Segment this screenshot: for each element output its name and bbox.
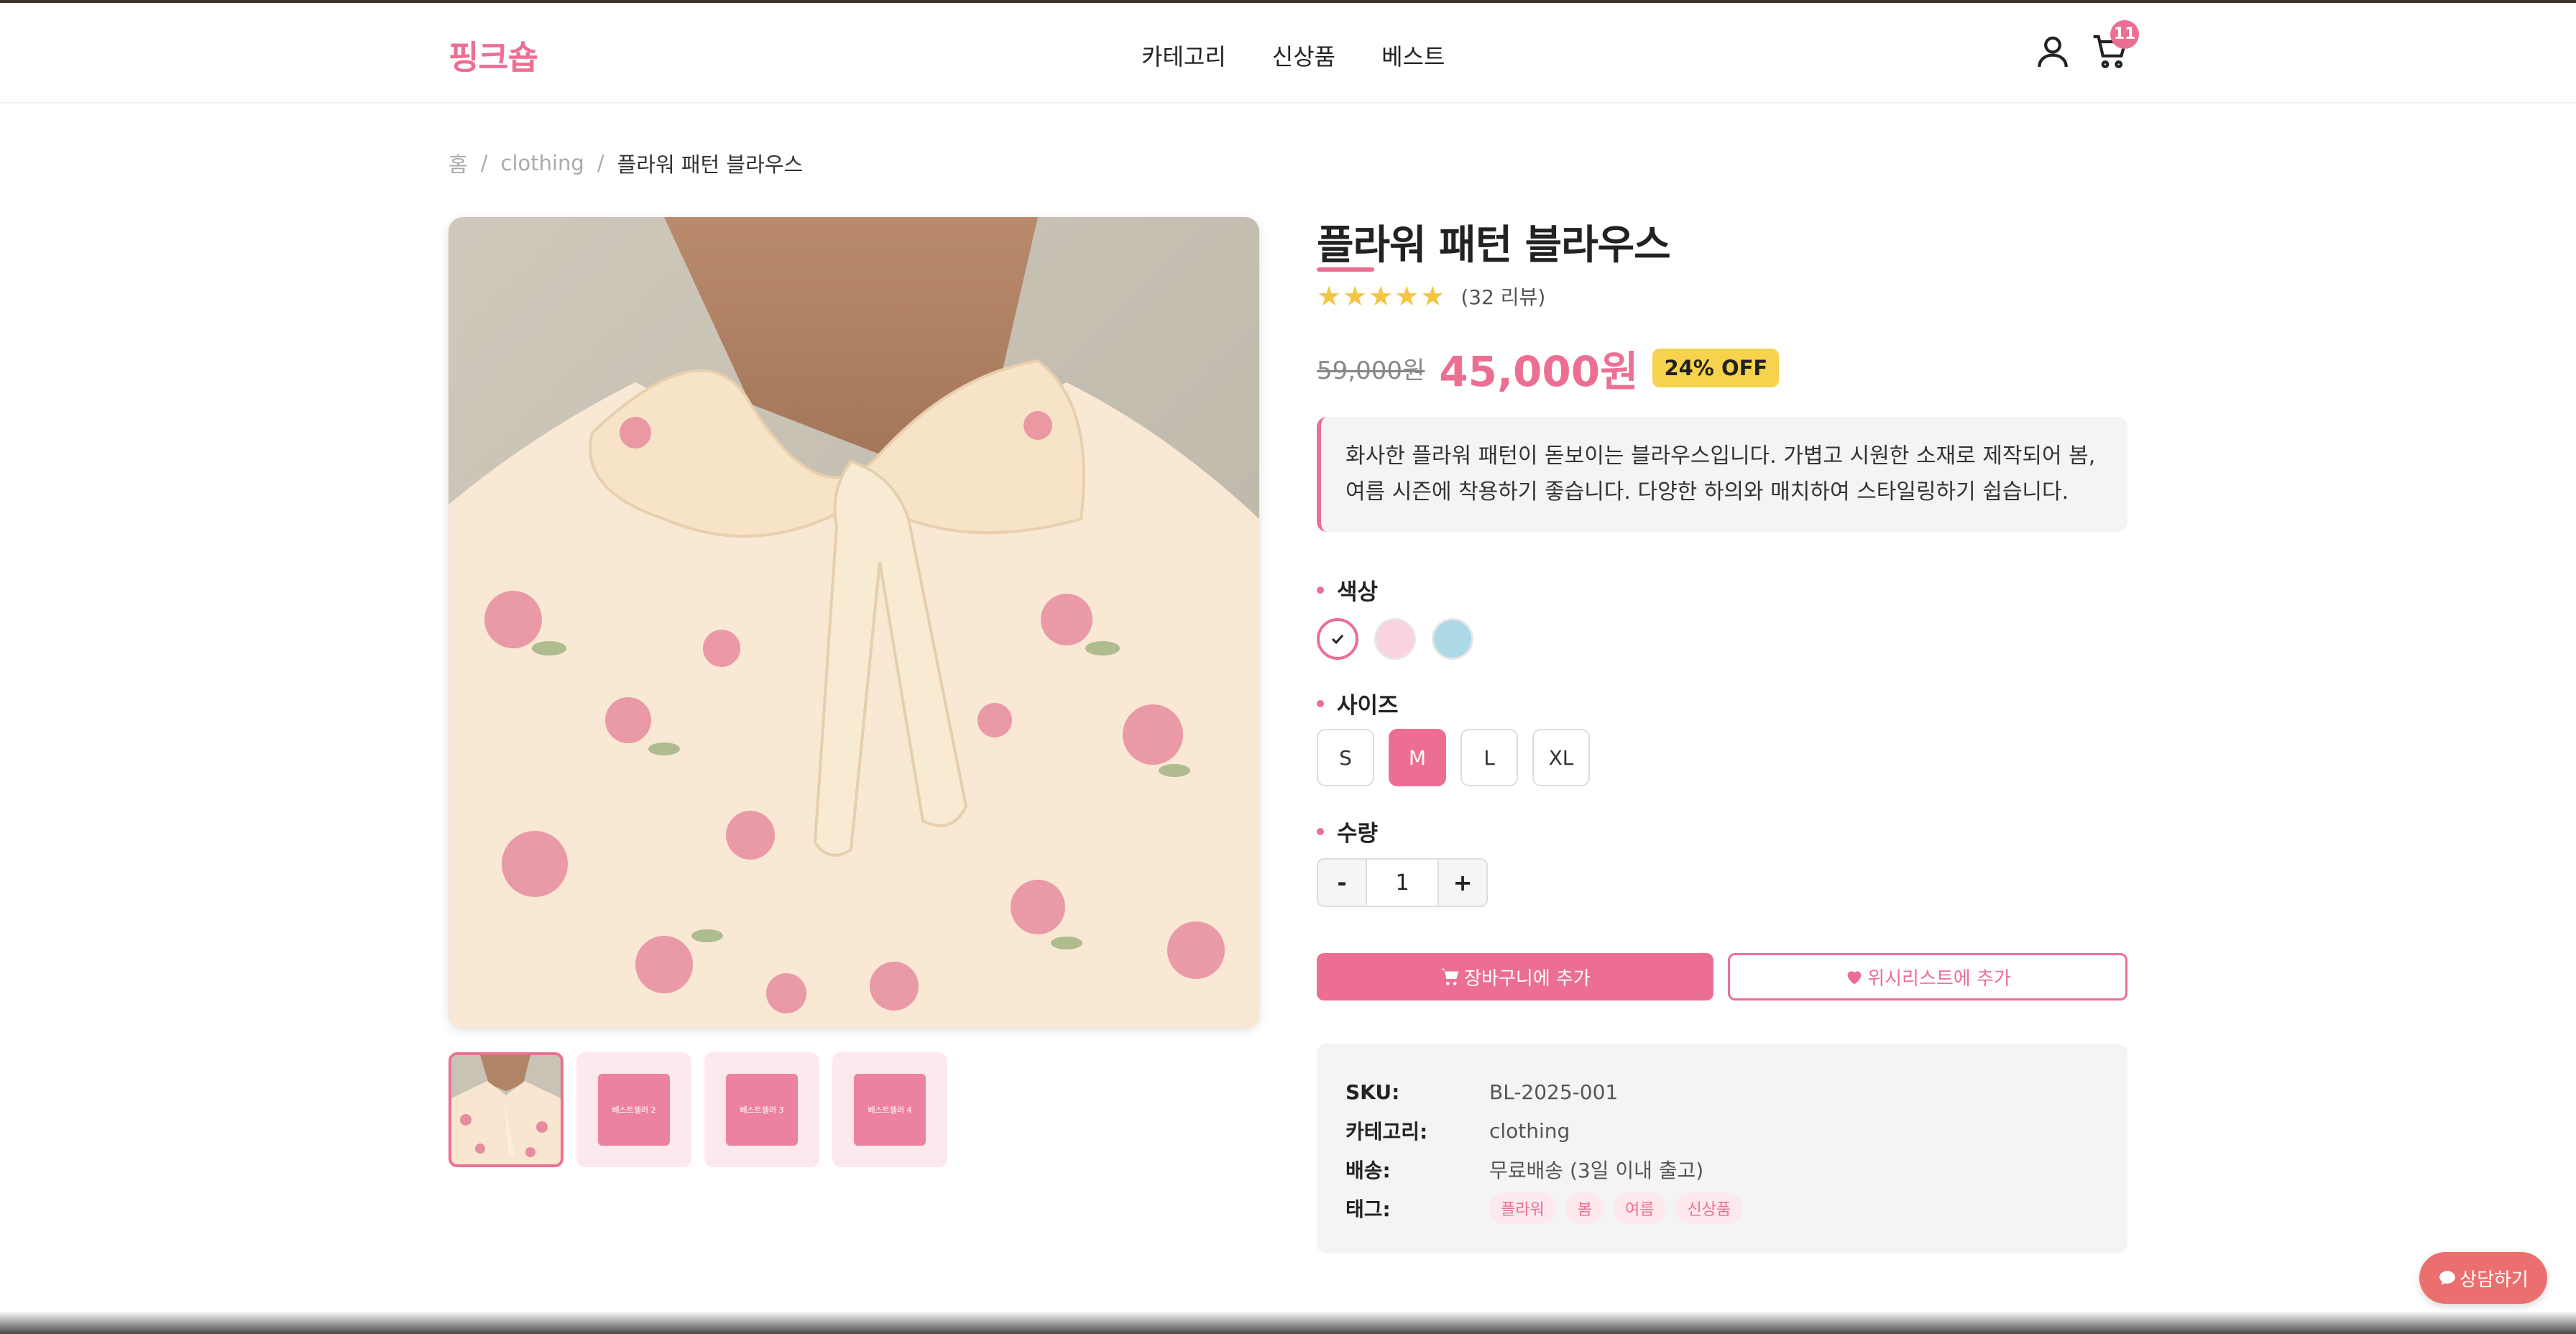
info-row-tags: 태그: 플라워 봄 여름 신상품	[1346, 1189, 2099, 1228]
color-swatches	[1317, 618, 1473, 660]
product-info-panel: SKU: BL-2025-001 카테고리: clothing 배송: 무료배송…	[1317, 1044, 2128, 1254]
check-icon	[1331, 634, 1344, 645]
nav-best[interactable]: 베스트	[1381, 39, 1445, 72]
discount-badge: 24% OFF	[1652, 349, 1780, 387]
logo[interactable]: 핑크숍	[448, 32, 538, 79]
sku-value: BL-2025-001	[1489, 1080, 1619, 1104]
breadcrumb-separator: /	[480, 151, 488, 175]
info-key: 배송:	[1346, 1159, 1391, 1182]
quantity-input[interactable]: 1	[1366, 860, 1439, 906]
rating: ★★★★★ (32 리뷰)	[1317, 280, 1545, 312]
size-label: 사이즈	[1317, 687, 1399, 719]
nav-new[interactable]: 신상품	[1272, 39, 1335, 72]
bullet-dot	[1317, 586, 1324, 594]
product-description: 화사한 플라워 패턴이 돋보이는 블라우스입니다. 가볍고 시원한 소재로 제작…	[1317, 417, 2128, 532]
size-m[interactable]: M	[1389, 729, 1446, 786]
heart-icon	[1847, 971, 1862, 985]
breadcrumb-category[interactable]: clothing	[500, 151, 584, 175]
breadcrumb: 홈 / clothing / 플라워 패턴 블라우스	[448, 148, 803, 178]
color-label-text: 색상	[1337, 579, 1379, 605]
size-s[interactable]: S	[1317, 729, 1374, 786]
footer-edge	[0, 1312, 2576, 1334]
cart-count-badge: 11	[2110, 20, 2139, 49]
thumbnail-list: 베스트셀러 2 베스트셀러 3 베스트셀러 4	[448, 1052, 947, 1167]
quantity-decrease-button[interactable]: -	[1318, 860, 1366, 906]
color-swatch-blue[interactable]	[1432, 618, 1473, 660]
info-key: 태그:	[1346, 1197, 1391, 1221]
quantity-label: 수량	[1317, 815, 1378, 847]
add-to-cart-button[interactable]: 장바구니에 추가	[1317, 953, 1714, 1000]
add-to-wishlist-button[interactable]: 위시리스트에 추가	[1728, 953, 2128, 1000]
thumbnail-label: 베스트셀러 3	[726, 1074, 798, 1146]
user-icon[interactable]	[2033, 32, 2073, 72]
chat-button-label: 상담하기	[2460, 1269, 2529, 1291]
info-key: SKU:	[1346, 1080, 1400, 1104]
shipping-value: 무료배송 (3일 이내 출고)	[1489, 1159, 1704, 1182]
color-swatch-pink[interactable]	[1374, 618, 1416, 660]
info-row-shipping: 배송: 무료배송 (3일 이내 출고)	[1346, 1150, 2099, 1189]
category-value: clothing	[1489, 1118, 1570, 1143]
main-nav: 카테고리 신상품 베스트	[1141, 39, 1445, 72]
thumbnail-label: 베스트셀러 2	[598, 1074, 670, 1146]
quantity-label-text: 수량	[1337, 821, 1379, 847]
tag[interactable]: 신상품	[1675, 1192, 1743, 1224]
info-row-sku: SKU: BL-2025-001	[1346, 1072, 2099, 1111]
cart-icon	[1441, 968, 1459, 985]
sale-price: 45,000원	[1439, 347, 1639, 396]
add-to-cart-label: 장바구니에 추가	[1464, 967, 1591, 990]
quantity-increase-button[interactable]: +	[1439, 860, 1486, 906]
product-main-image[interactable]	[448, 217, 1259, 1028]
chat-bubble-icon	[2439, 1271, 2455, 1285]
thumbnail-1[interactable]	[448, 1052, 564, 1167]
tag-list: 플라워 봄 여름 신상품	[1489, 1192, 1743, 1224]
add-to-wishlist-label: 위시리스트에 추가	[1867, 967, 2011, 990]
bullet-dot	[1317, 827, 1324, 835]
info-row-category: 카테고리: clothing	[1346, 1111, 2099, 1150]
breadcrumb-current: 플라워 패턴 블라우스	[617, 152, 804, 177]
title-underline	[1317, 267, 1374, 272]
size-label-text: 사이즈	[1337, 693, 1399, 719]
breadcrumb-home[interactable]: 홈	[448, 148, 468, 178]
tag[interactable]: 플라워	[1489, 1192, 1556, 1224]
review-count[interactable]: (32 리뷰)	[1460, 282, 1545, 310]
tag[interactable]: 여름	[1613, 1192, 1666, 1224]
chat-button[interactable]: 상담하기	[2419, 1252, 2547, 1304]
thumbnail-label: 베스트셀러 4	[854, 1074, 926, 1146]
size-xl[interactable]: XL	[1532, 729, 1590, 786]
thumbnail-3[interactable]: 베스트셀러 3	[704, 1052, 819, 1167]
breadcrumb-separator: /	[597, 151, 604, 175]
star-rating: ★★★★★	[1317, 280, 1447, 312]
color-label: 색상	[1317, 574, 1378, 606]
price-row: 59,000원 45,000원 24% OFF	[1317, 338, 1780, 398]
nav-category[interactable]: 카테고리	[1141, 39, 1226, 72]
site-header: 핑크숍 카테고리 신상품 베스트	[0, 3, 2576, 104]
original-price: 59,000원	[1317, 356, 1425, 385]
color-swatch-white[interactable]	[1317, 618, 1358, 660]
info-key: 카테고리:	[1346, 1120, 1428, 1144]
size-l[interactable]: L	[1460, 729, 1518, 786]
size-options: S M L XL	[1317, 729, 1590, 786]
quantity-stepper: - 1 +	[1317, 858, 1488, 907]
bullet-dot	[1317, 699, 1324, 707]
product-title: 플라워 패턴 블라우스	[1317, 222, 1671, 269]
thumbnail-4[interactable]: 베스트셀러 4	[832, 1052, 947, 1167]
thumbnail-2[interactable]: 베스트셀러 2	[576, 1052, 691, 1167]
tag[interactable]: 봄	[1565, 1192, 1604, 1224]
